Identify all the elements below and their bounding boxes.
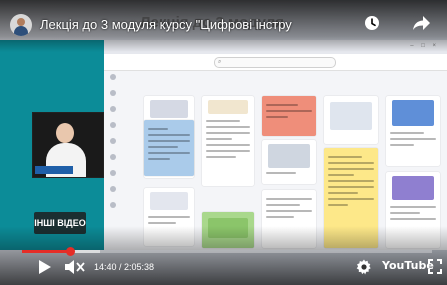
board-card xyxy=(324,96,378,144)
fullscreen-icon[interactable] xyxy=(428,259,442,274)
progress-bar[interactable] xyxy=(22,247,432,256)
shared-screen: – □ × ⌕ xyxy=(104,40,447,250)
video-title[interactable]: Лекція до 3 модуля курсу "Цифрові інстру xyxy=(40,17,292,32)
board-card xyxy=(262,140,316,184)
presenter-webcam xyxy=(32,112,104,178)
channel-avatar[interactable] xyxy=(10,14,32,36)
board-search-field: ⌕ xyxy=(214,57,336,68)
gear-icon[interactable] xyxy=(356,259,372,275)
youtube-logo[interactable]: YouTube xyxy=(382,259,434,272)
board-card xyxy=(386,96,440,166)
board-card xyxy=(144,120,194,176)
board-card xyxy=(202,96,254,186)
board-side-toolbar xyxy=(108,74,118,244)
share-arrow-icon[interactable] xyxy=(412,15,430,31)
presenter-head xyxy=(56,123,74,143)
board-card xyxy=(262,96,316,136)
video-player[interactable]: ІНШІ ВІДЕО – □ × ⌕ xyxy=(0,0,447,285)
play-icon[interactable] xyxy=(38,259,52,275)
progress-played xyxy=(22,250,70,253)
progress-scrubber[interactable] xyxy=(65,247,75,256)
bottom-gradient xyxy=(0,226,447,285)
muted-speaker-icon[interactable] xyxy=(64,259,86,275)
time-display: 14:40 / 2:05:38 xyxy=(94,262,155,272)
search-icon: ⌕ xyxy=(218,59,222,65)
board-toolbar: ⌕ xyxy=(104,54,447,71)
clock-icon[interactable] xyxy=(364,15,380,31)
presenter-name-tag xyxy=(35,166,73,174)
